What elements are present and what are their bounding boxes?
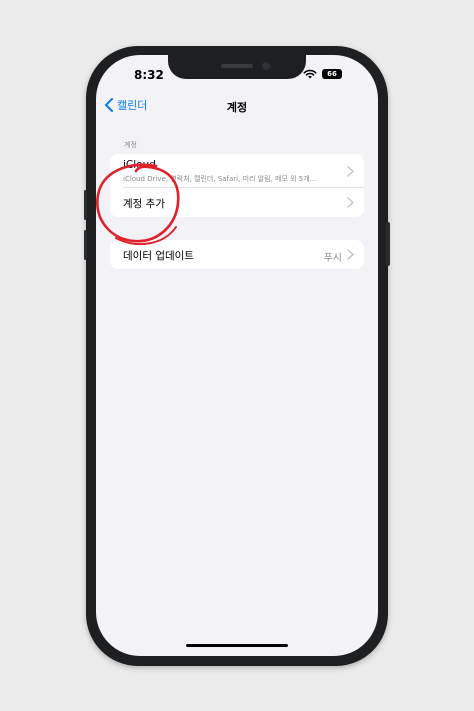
side-button <box>386 222 390 266</box>
screen: 8:32 66 캘린더 계정 계정 iCloud iCloud Drive, 연… <box>96 55 378 656</box>
volume-up-button <box>84 190 87 220</box>
red-circle-annotation <box>96 163 180 246</box>
volume-down-button <box>84 230 87 260</box>
home-indicator[interactable] <box>186 644 288 647</box>
